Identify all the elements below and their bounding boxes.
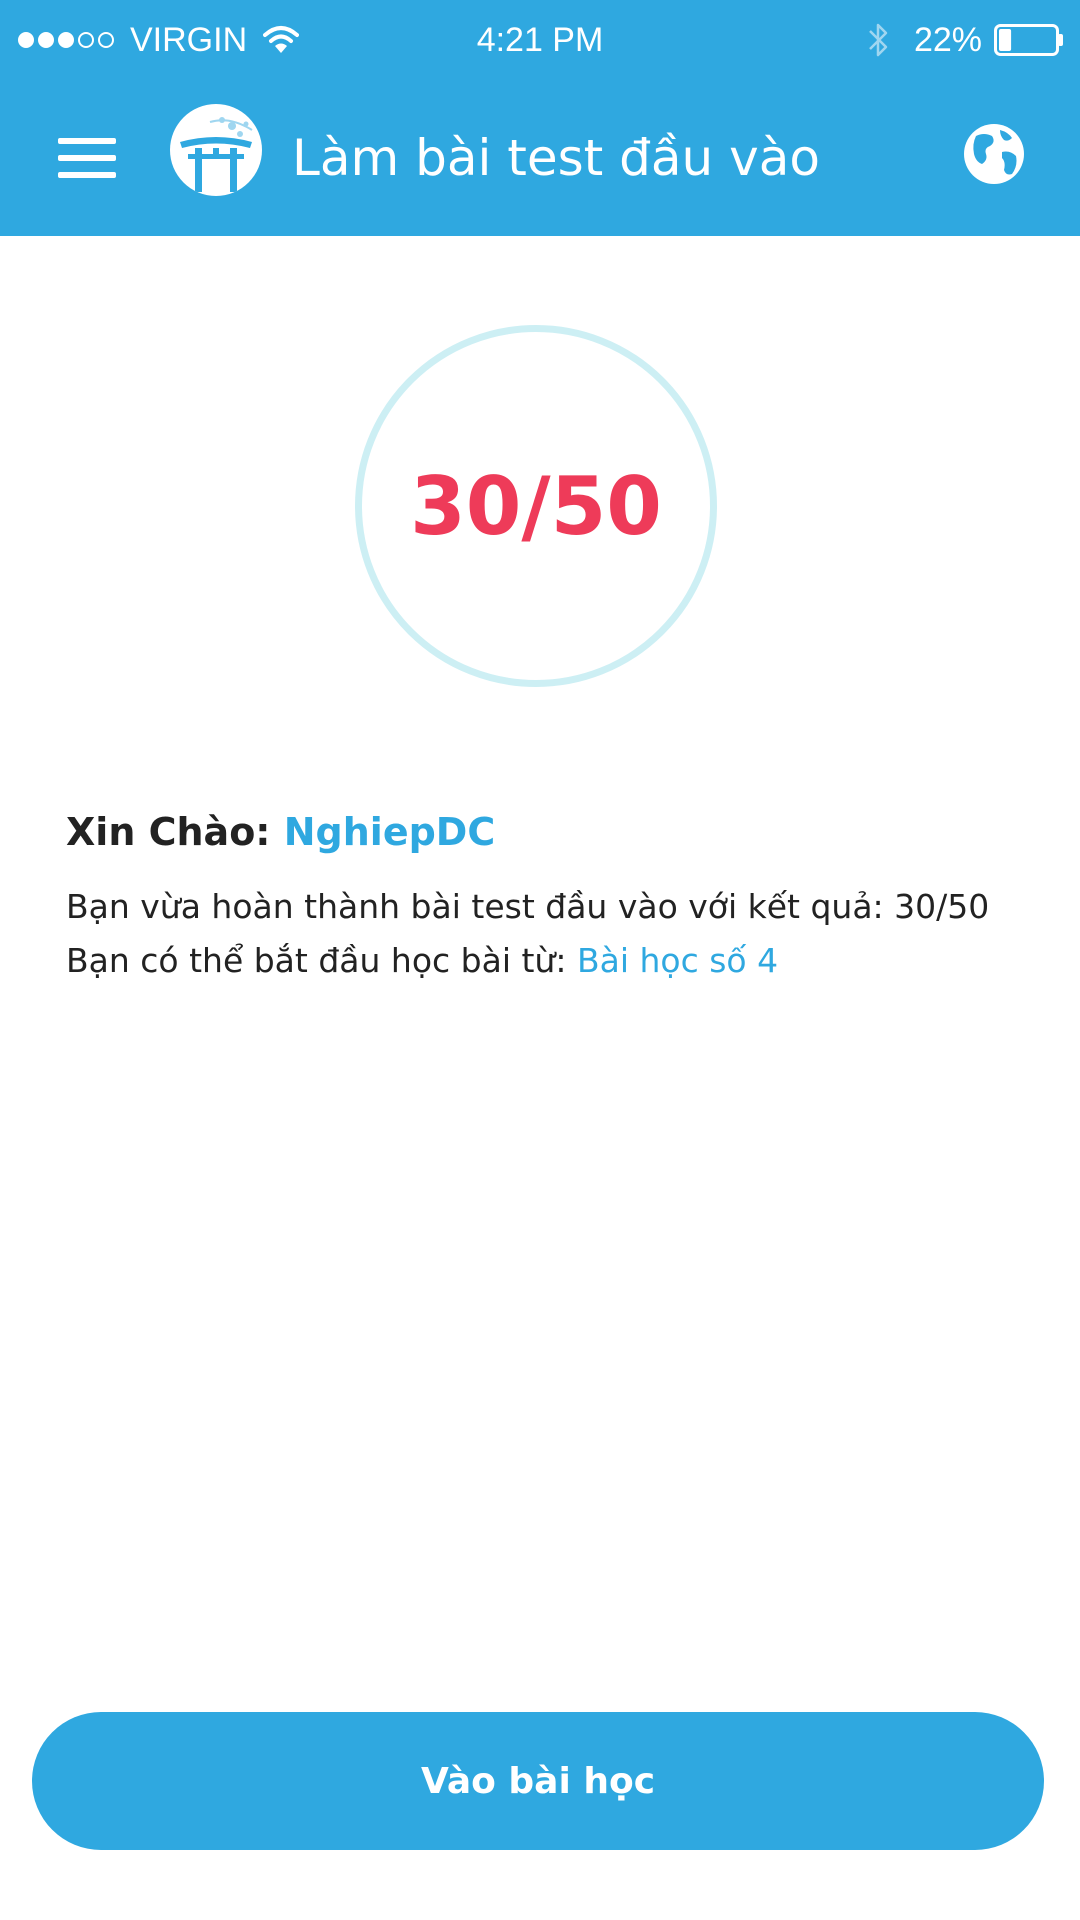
score-display: 30/50 (410, 459, 662, 553)
battery-fill (999, 29, 1012, 51)
status-right: 22% (866, 18, 1064, 62)
battery-percent: 22% (913, 20, 982, 59)
bluetooth-icon (869, 23, 888, 57)
status-bar: VIRGIN 4:21 PM 22% (0, 0, 1080, 80)
start-lesson-prefix: Bạn có thể bắt đầu học bài từ: (66, 941, 567, 980)
result-line: Bạn vừa hoàn thành bài test đầu vào với … (66, 887, 990, 926)
torii-gate-logo (170, 104, 262, 196)
hamburger-menu-icon[interactable] (50, 128, 124, 188)
globe-icon[interactable] (962, 122, 1026, 186)
greeting: Xin Chào: NghiepDC (66, 800, 495, 864)
greeting-label: Xin Chào: (66, 810, 271, 854)
username: NghiepDC (283, 810, 496, 854)
battery-icon (994, 24, 1063, 56)
result-message: Bạn vừa hoàn thành bài test đầu vào với … (66, 880, 989, 988)
app-bar: Làm bài test đầu vào (0, 80, 1080, 236)
start-lesson-button[interactable]: Vào bài học (32, 1712, 1044, 1850)
page-title: Làm bài test đầu vào (292, 129, 820, 187)
start-lesson-line: Bạn có thể bắt đầu học bài từ: Bài học s… (66, 934, 989, 988)
lesson-link[interactable]: Bài học số 4 (577, 941, 778, 980)
